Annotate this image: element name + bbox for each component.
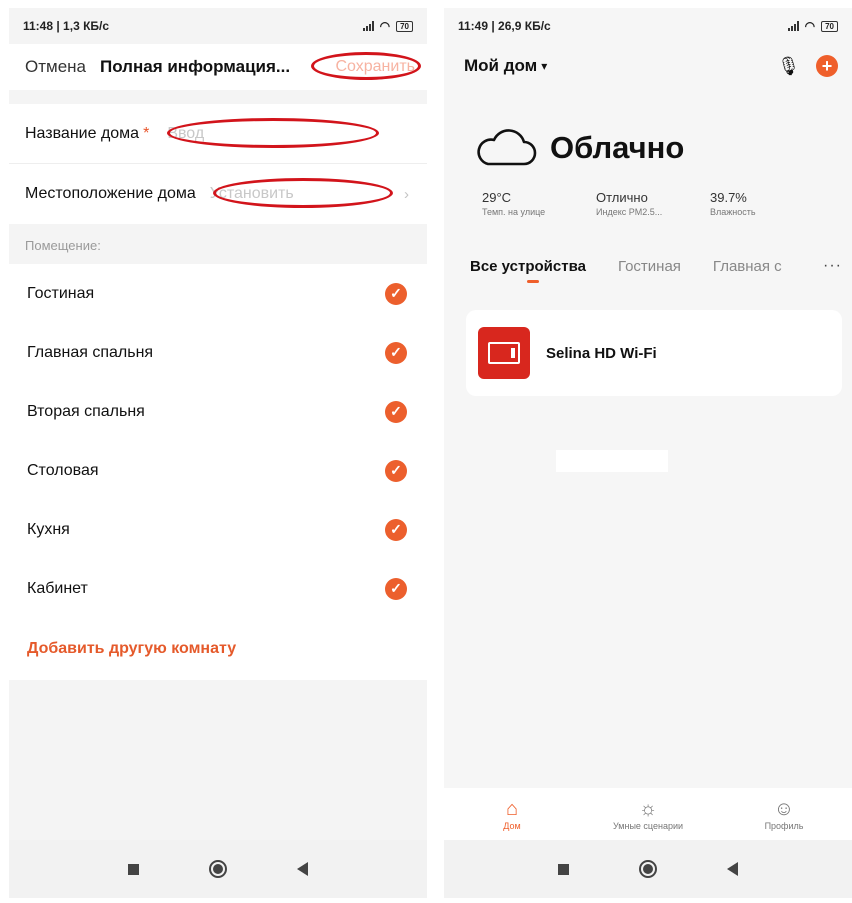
- more-icon[interactable]: ···: [823, 257, 842, 275]
- check-icon[interactable]: ✓: [385, 577, 407, 600]
- recents-icon[interactable]: [558, 863, 569, 875]
- intercom-icon: [478, 327, 530, 379]
- check-icon[interactable]: ✓: [385, 341, 407, 364]
- stat-humidity: 39.7% Влажность: [710, 190, 756, 217]
- check-icon[interactable]: ✓: [385, 282, 407, 305]
- battery-icon: 70: [821, 20, 838, 32]
- home-location-label: Местоположение дома: [25, 185, 196, 202]
- device-card[interactable]: Selina HD Wi-Fi: [466, 310, 842, 396]
- home-nav-icon[interactable]: [209, 860, 227, 878]
- tab-smart-scenes[interactable]: ☼ Умные сценарии: [580, 788, 716, 840]
- room-item[interactable]: Вторая спальня ✓: [9, 382, 427, 441]
- stat-temperature: 29°C Темп. на улице: [482, 190, 546, 217]
- device-name: Selina HD Wi-Fi: [546, 344, 657, 362]
- room-item[interactable]: Кабинет ✓: [9, 559, 427, 618]
- tab-all-devices[interactable]: Все устройства: [470, 258, 586, 275]
- status-time: 11:49 | 26,9 КБ/с: [458, 19, 551, 33]
- tab-living-room[interactable]: Гостиная: [618, 258, 681, 275]
- system-nav-bar: [444, 840, 852, 898]
- weather-stats: 29°C Темп. на улице Отлично Индекс PM2.5…: [444, 182, 852, 236]
- weather-condition: Облачно: [550, 130, 685, 165]
- cloud-icon: [477, 129, 537, 166]
- room-item[interactable]: Главная спальня ✓: [9, 323, 427, 382]
- active-tab-indicator: [527, 280, 539, 283]
- blank-box: [556, 450, 668, 472]
- wifi-icon: ◠: [379, 19, 391, 33]
- recents-icon[interactable]: [128, 863, 139, 875]
- room-item[interactable]: Гостиная ✓: [9, 264, 427, 323]
- save-button[interactable]: Сохранить: [335, 58, 415, 76]
- profile-icon: ☺: [773, 798, 795, 820]
- room-item[interactable]: Кухня ✓: [9, 500, 427, 559]
- chevron-right-icon: ›: [404, 185, 409, 203]
- signal-icon: [362, 21, 374, 31]
- home-selector[interactable]: Мой дом: [464, 56, 537, 76]
- home-location-field[interactable]: Местоположение дома Установить ›: [9, 164, 427, 224]
- page-title: Полная информация...: [100, 57, 291, 76]
- header: Мой дом ▾ 🎙 +: [444, 44, 852, 88]
- home-name-input[interactable]: Ввод: [167, 125, 204, 143]
- home-location-value[interactable]: Установить: [210, 185, 294, 203]
- room-tabs: Все устройства Гостиная Главная с ···: [444, 244, 852, 288]
- room-item[interactable]: Столовая ✓: [9, 441, 427, 500]
- header: Отмена Полная информация... Сохранить: [9, 44, 427, 90]
- add-button[interactable]: +: [816, 55, 838, 77]
- sun-icon: ☼: [638, 798, 658, 820]
- status-bar: 11:48 | 1,3 КБ/с ◠ 70: [9, 8, 427, 44]
- wifi-icon: ◠: [804, 19, 816, 33]
- chevron-down-icon[interactable]: ▾: [541, 59, 547, 73]
- check-icon[interactable]: ✓: [385, 400, 407, 423]
- tab-home[interactable]: ⌂ Дом: [444, 788, 580, 840]
- left-screen: 11:48 | 1,3 КБ/с ◠ 70 Отмена Полная инфо…: [9, 8, 427, 898]
- signal-icon: [787, 21, 799, 31]
- home-name-label: Название дома: [25, 124, 140, 142]
- home-name-field[interactable]: Название дома * Ввод: [9, 104, 427, 164]
- home-nav-icon[interactable]: [639, 860, 657, 878]
- microphone-icon[interactable]: 🎙: [777, 56, 800, 77]
- required-mark: *: [143, 124, 150, 142]
- bottom-tab-bar: ⌂ Дом ☼ Умные сценарии ☺ Профиль: [444, 788, 852, 840]
- right-screen: 11:49 | 26,9 КБ/с ◠ 70 Мой дом ▾ 🎙 + Обл…: [444, 8, 852, 898]
- tab-master-bedroom[interactable]: Главная с: [713, 258, 795, 275]
- tab-profile[interactable]: ☺ Профиль: [716, 788, 852, 840]
- battery-icon: 70: [396, 20, 413, 32]
- back-icon[interactable]: [727, 862, 738, 876]
- home-icon: ⌂: [505, 798, 519, 820]
- status-bar: 11:49 | 26,9 КБ/с ◠ 70: [444, 8, 852, 44]
- system-nav-bar: [9, 840, 427, 898]
- status-time: 11:48 | 1,3 КБ/с: [23, 19, 110, 33]
- check-icon[interactable]: ✓: [385, 459, 407, 482]
- rooms-section-label: Помещение:: [9, 224, 427, 264]
- stat-pm25: Отлично Индекс PM2.5...: [596, 190, 663, 217]
- add-room-button[interactable]: Добавить другую комнату: [9, 618, 427, 680]
- cancel-button[interactable]: Отмена: [25, 57, 86, 77]
- check-icon[interactable]: ✓: [385, 518, 407, 541]
- weather-panel: Облачно: [444, 88, 852, 182]
- back-icon[interactable]: [297, 862, 308, 876]
